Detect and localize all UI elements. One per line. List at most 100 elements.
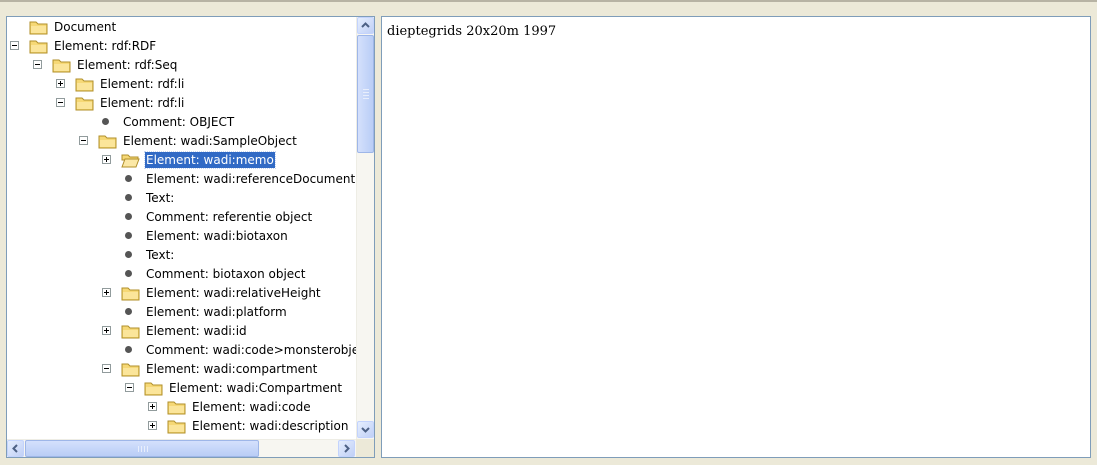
expand-plus-icon[interactable]	[102, 155, 111, 164]
bullet-icon	[125, 194, 132, 201]
collapse-minus-icon[interactable]	[10, 41, 19, 50]
bullet-icon	[125, 251, 132, 258]
collapse-minus-icon[interactable]	[56, 98, 65, 107]
folder-icon	[121, 362, 140, 377]
grip-line	[363, 89, 369, 90]
top-edge	[0, 0, 1097, 2]
tree-node[interactable]: Element: wadi:id	[7, 322, 356, 341]
bullet-icon	[125, 213, 132, 220]
tree-pane[interactable]: Document Element: rdf:RDF Element: rdf:Seq…	[6, 16, 375, 458]
grip-line	[138, 446, 139, 452]
bullet-icon	[125, 308, 132, 315]
collapse-minus-icon[interactable]	[125, 383, 134, 392]
content-pane[interactable]: dieptegrids 20x20m 1997	[381, 16, 1091, 458]
expand-plus-icon[interactable]	[148, 421, 157, 430]
tree-node[interactable]: Element: wadi:compartment	[7, 360, 356, 379]
tree-node-label[interactable]: Element: wadi:referenceDocument	[145, 171, 356, 187]
scrollbar-corner	[356, 439, 374, 457]
tree-node-label[interactable]: Element: wadi:Compartment	[168, 380, 343, 396]
tree-node[interactable]: Element: wadi:relativeHeight	[7, 284, 356, 303]
tree-node[interactable]: Element: wadi:referenceDocument	[7, 170, 356, 189]
tree-viewport: Document Element: rdf:RDF Element: rdf:Seq…	[7, 17, 356, 439]
folder-icon	[121, 324, 140, 339]
collapse-minus-icon[interactable]	[79, 136, 88, 145]
tree-node-label[interactable]: Element: wadi:code	[191, 399, 312, 415]
tree-node[interactable]: Element: rdf:Seq	[7, 56, 356, 75]
scroll-right-button[interactable]	[338, 440, 355, 457]
tree-node[interactable]: Comment: OBJECT	[7, 113, 356, 132]
node-content-text: dieptegrids 20x20m 1997	[387, 24, 557, 39]
tree-node-label[interactable]: Comment: biotaxon object	[145, 266, 306, 282]
folder-icon	[75, 96, 94, 111]
scroll-down-button[interactable]	[357, 421, 374, 438]
folder-icon	[121, 286, 140, 301]
grip-line	[363, 98, 369, 99]
tree-node-label[interactable]: Element: wadi:platform	[145, 304, 288, 320]
tree-node-label[interactable]: Element: rdf:RDF	[53, 38, 157, 54]
chevron-up-icon	[361, 22, 370, 28]
folder-icon	[29, 39, 48, 54]
folder-icon	[29, 20, 48, 35]
tree-node-label[interactable]: Element: rdf:Seq	[76, 57, 178, 73]
scroll-up-button[interactable]	[357, 17, 374, 34]
tree-node[interactable]: Element: rdf:li	[7, 94, 356, 113]
folder-icon	[167, 419, 186, 434]
chevron-down-icon	[361, 427, 370, 433]
tree-node[interactable]: Element: rdf:li	[7, 75, 356, 94]
tree-node[interactable]: Text:	[7, 189, 356, 208]
tree-node-label[interactable]: Element: wadi:biotaxon	[145, 228, 289, 244]
tree-node-label[interactable]: Element: wadi:SampleObject	[122, 133, 298, 149]
tree-node-label[interactable]: Element: wadi:compartment	[145, 361, 318, 377]
tree-node-label[interactable]: Element: rdf:li	[99, 95, 185, 111]
collapse-minus-icon[interactable]	[102, 364, 111, 373]
tree-node[interactable]: Comment: wadi:code>monsterobject	[7, 341, 356, 360]
tree-node[interactable]: Element: wadi:memo	[7, 151, 356, 170]
grip-line	[147, 446, 148, 452]
folder-open-icon	[121, 153, 140, 168]
collapse-minus-icon[interactable]	[33, 60, 42, 69]
vertical-scroll-thumb[interactable]	[357, 35, 374, 153]
scroll-left-button[interactable]	[7, 440, 24, 457]
tree-node[interactable]: Comment: biotaxon object	[7, 265, 356, 284]
folder-icon	[75, 77, 94, 92]
folder-icon	[52, 58, 71, 73]
tree-node[interactable]: Comment: referentie object	[7, 208, 356, 227]
tree-node-label[interactable]: Element: wadi:relativeHeight	[145, 285, 322, 301]
tree-node[interactable]: Element: rdf:RDF	[7, 37, 356, 56]
tree-node-label-selected[interactable]: Element: wadi:memo	[144, 151, 276, 169]
bullet-icon	[125, 270, 132, 277]
tree-node[interactable]: Element: wadi:SampleObject	[7, 132, 356, 151]
expand-plus-icon[interactable]	[148, 402, 157, 411]
tree-node-label[interactable]: Element: rdf:li	[99, 76, 185, 92]
horizontal-scroll-thumb[interactable]	[25, 440, 259, 457]
tree-node[interactable]: Element: wadi:Compartment	[7, 379, 356, 398]
tree-node-label[interactable]: Text:	[145, 247, 175, 263]
folder-icon	[167, 400, 186, 415]
expand-plus-icon[interactable]	[56, 79, 65, 88]
tree-node-label[interactable]: Comment: OBJECT	[122, 114, 235, 130]
grip-line	[144, 446, 145, 452]
bullet-icon	[102, 118, 109, 125]
tree-node-label[interactable]: Element: wadi:id	[145, 323, 248, 339]
grip-line	[363, 92, 369, 93]
tree-node-label[interactable]: Comment: wadi:code>monsterobject	[145, 342, 356, 358]
expand-plus-icon[interactable]	[102, 288, 111, 297]
folder-icon	[98, 134, 117, 149]
tree-node-label[interactable]: Document	[53, 19, 117, 35]
tree-node[interactable]: Document	[7, 18, 356, 37]
tree-node-label[interactable]: Text:	[145, 190, 175, 206]
tree-node[interactable]: Element: wadi:platform	[7, 303, 356, 322]
horizontal-scrollbar[interactable]	[7, 439, 356, 457]
folder-icon	[144, 381, 163, 396]
tree-node-label[interactable]: Element: wadi:description	[191, 418, 349, 434]
tree-node-label[interactable]: Comment: referentie object	[145, 209, 313, 225]
expand-plus-icon[interactable]	[102, 326, 111, 335]
vertical-scrollbar[interactable]	[356, 17, 374, 439]
tree-node[interactable]: Text:	[7, 246, 356, 265]
tree-node[interactable]: Element: wadi:code	[7, 398, 356, 417]
grip-line	[141, 446, 142, 452]
tree-node[interactable]: Element: wadi:description	[7, 417, 356, 436]
tree-node[interactable]: Element: wadi:biotaxon	[7, 227, 356, 246]
chevron-left-icon	[12, 444, 18, 453]
bullet-icon	[125, 346, 132, 353]
